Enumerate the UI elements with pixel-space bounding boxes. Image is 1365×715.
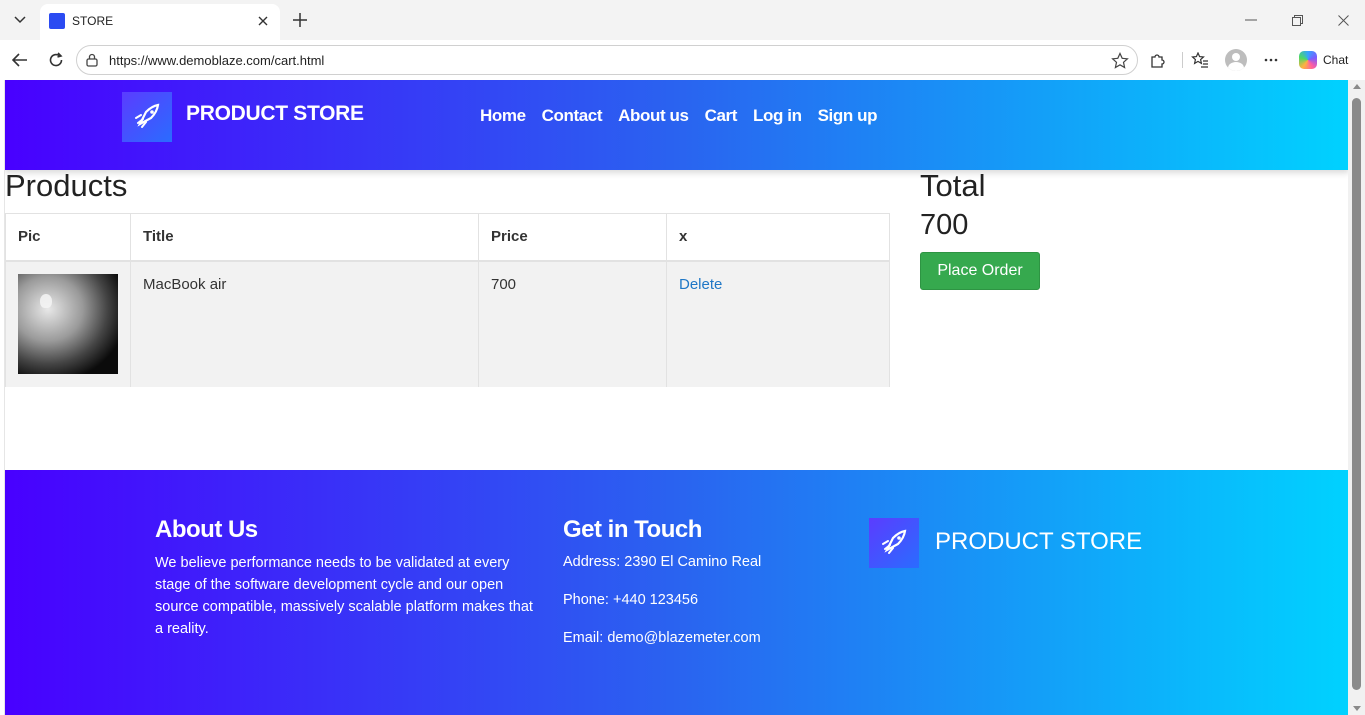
chat-label: Chat (1323, 53, 1349, 67)
nav-contact[interactable]: Contact (542, 106, 603, 126)
scroll-down-arrow-icon[interactable] (1353, 706, 1361, 711)
place-order-button[interactable]: Place Order (920, 252, 1040, 290)
nav-home[interactable]: Home (480, 106, 526, 126)
more-options-icon[interactable] (1259, 48, 1283, 72)
address-text: Address: 2390 El Camino Real (563, 554, 762, 570)
profile-avatar-icon[interactable] (1225, 49, 1247, 71)
tab-bar: STORE (0, 0, 1365, 40)
back-arrow-icon[interactable] (8, 48, 32, 72)
minimize-icon[interactable] (1239, 8, 1263, 32)
about-us-text: We believe performance needs to be valid… (155, 555, 533, 637)
email-text: Email: demo@blazemeter.com (563, 630, 761, 646)
reload-icon[interactable] (44, 48, 68, 72)
footer-brand-name: PRODUCT STORE (935, 528, 1143, 555)
extensions-puzzle-icon[interactable] (1146, 48, 1170, 72)
page-scrollbar[interactable] (1348, 80, 1365, 715)
phone-text: Phone: +440 123456 (563, 592, 699, 608)
close-tab-icon[interactable] (254, 12, 272, 30)
copilot-chat-button[interactable]: Chat (1295, 47, 1357, 73)
table-header-row: Pic Title Price x (5, 213, 890, 262)
copilot-icon (1299, 51, 1317, 69)
product-image (18, 273, 118, 374)
store-logo-icon[interactable] (122, 92, 172, 142)
nav-cart[interactable]: Cart (705, 106, 738, 126)
store-favicon-icon (49, 13, 65, 29)
site-footer: About Us We believe performance needs to… (5, 470, 1348, 715)
product-price: 700 (478, 260, 667, 387)
new-tab-plus-icon[interactable] (288, 8, 312, 32)
lock-icon[interactable] (86, 53, 98, 72)
site-navbar: PRODUCT STORE Home Contact About us Cart… (5, 80, 1348, 170)
brand-name[interactable]: PRODUCT STORE (186, 102, 364, 126)
total-heading: Total (920, 168, 986, 203)
products-heading: Products (5, 168, 128, 203)
page-viewport: PRODUCT STORE Home Contact About us Cart… (4, 80, 1348, 715)
url-text[interactable]: https://www.demoblaze.com/cart.html (109, 53, 324, 68)
favorites-icon[interactable] (1188, 48, 1212, 72)
scroll-up-arrow-icon[interactable] (1353, 84, 1361, 89)
product-title: MacBook air (130, 260, 479, 387)
browser-toolbar: https://www.demoblaze.com/cart.html Chat (0, 40, 1365, 80)
address-bar[interactable]: https://www.demoblaze.com/cart.html (76, 45, 1138, 75)
action-cell: Delete (666, 260, 890, 387)
scrollbar-thumb[interactable] (1352, 98, 1361, 690)
get-in-touch-heading: Get in Touch (563, 516, 702, 543)
column-header-title: Title (130, 213, 479, 262)
column-header-pic: Pic (5, 213, 131, 262)
favorite-star-icon[interactable] (1109, 50, 1131, 72)
nav-about-us[interactable]: About us (618, 106, 689, 126)
nav-sign-up[interactable]: Sign up (818, 106, 878, 126)
table-row: MacBook air 700 Delete (5, 260, 890, 387)
nav-links: Home Contact About us Cart Log in Sign u… (480, 106, 878, 126)
restore-icon[interactable] (1285, 8, 1309, 32)
about-us-heading: About Us (155, 516, 258, 543)
browser-tab[interactable]: STORE (40, 4, 280, 40)
tab-title: STORE (72, 14, 114, 28)
toolbar-separator (1182, 52, 1183, 68)
product-pic-cell (5, 260, 131, 387)
nav-log-in[interactable]: Log in (753, 106, 802, 126)
total-value: 700 (920, 209, 969, 241)
delete-link[interactable]: Delete (679, 276, 722, 293)
footer-logo-icon (869, 518, 919, 568)
tab-list-chevron-icon[interactable] (8, 8, 32, 32)
cart-table: Pic Title Price x MacBook air 700 Delete (5, 213, 890, 387)
column-header-x: x (666, 213, 890, 262)
close-window-icon[interactable] (1331, 8, 1355, 32)
column-header-price: Price (478, 213, 667, 262)
